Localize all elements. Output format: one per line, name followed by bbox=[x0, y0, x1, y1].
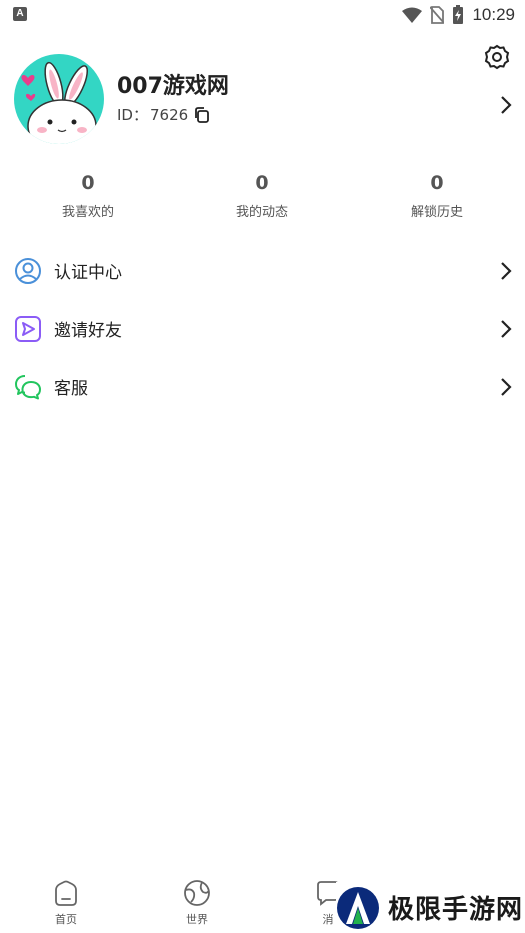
stat-posts[interactable]: 0 我的动态 bbox=[197, 170, 327, 220]
watermark: 极限手游网 bbox=[336, 882, 525, 933]
wifi-icon bbox=[402, 7, 423, 23]
stat-posts-label: 我的动态 bbox=[235, 205, 288, 220]
stat-unlock-history-value: 0 bbox=[430, 172, 444, 194]
gear-icon[interactable] bbox=[484, 44, 510, 70]
stat-unlock-history[interactable]: 0 解锁历史 bbox=[372, 170, 502, 220]
username: 007游戏网 bbox=[117, 74, 229, 99]
stat-likes-label: 我喜欢的 bbox=[61, 205, 114, 220]
stat-likes-value: 0 bbox=[81, 172, 95, 194]
menu-item-invite-friends[interactable]: 邀请好友 bbox=[0, 299, 525, 357]
chevron-right-icon[interactable] bbox=[498, 95, 514, 115]
user-circle-icon bbox=[15, 258, 41, 284]
stat-likes[interactable]: 0 我喜欢的 bbox=[23, 170, 153, 220]
stats-row: 0 我喜欢的 0 我的动态 0 解锁历史 bbox=[0, 170, 525, 230]
menu-item-customer-service[interactable]: 客服 bbox=[0, 357, 525, 415]
no-sim-icon bbox=[430, 6, 445, 24]
user-id-label: ID： bbox=[117, 106, 148, 124]
user-id: ID： 7626 bbox=[117, 104, 210, 125]
user-id-value: 7626 bbox=[149, 105, 189, 124]
watermark-text: 极限手游网 bbox=[388, 895, 524, 925]
menu-item-label: 邀请好友 bbox=[54, 321, 122, 341]
chevron-right-icon bbox=[501, 378, 512, 396]
stat-unlock-history-label: 解锁历史 bbox=[410, 205, 463, 220]
menu-item-label: 客服 bbox=[54, 379, 88, 399]
send-box-icon bbox=[15, 316, 41, 342]
clock: 10:29 bbox=[472, 5, 515, 24]
chat-bubbles-icon bbox=[15, 375, 41, 400]
menu-item-verification[interactable]: 认证中心 bbox=[0, 241, 525, 299]
chevron-right-icon bbox=[501, 320, 512, 338]
bunny-avatar-image bbox=[21, 61, 97, 144]
watermark-logo-icon bbox=[337, 886, 379, 929]
tab-home-label: 首页 bbox=[55, 913, 77, 926]
tab-home[interactable]: 首页 bbox=[36, 878, 96, 927]
avatar[interactable] bbox=[14, 54, 104, 144]
battery-charging-icon bbox=[453, 5, 464, 24]
stat-posts-value: 0 bbox=[255, 172, 269, 194]
menu-item-label: 认证中心 bbox=[54, 263, 122, 283]
status-bar: A 10:29 bbox=[0, 0, 525, 30]
copy-icon[interactable] bbox=[194, 106, 210, 123]
tab-world[interactable]: 世界 bbox=[167, 878, 227, 927]
chevron-right-icon bbox=[501, 262, 512, 280]
home-icon bbox=[55, 880, 77, 906]
tab-world-label: 世界 bbox=[186, 913, 208, 926]
globe-icon bbox=[184, 880, 210, 906]
notification-icon: A bbox=[13, 7, 27, 21]
